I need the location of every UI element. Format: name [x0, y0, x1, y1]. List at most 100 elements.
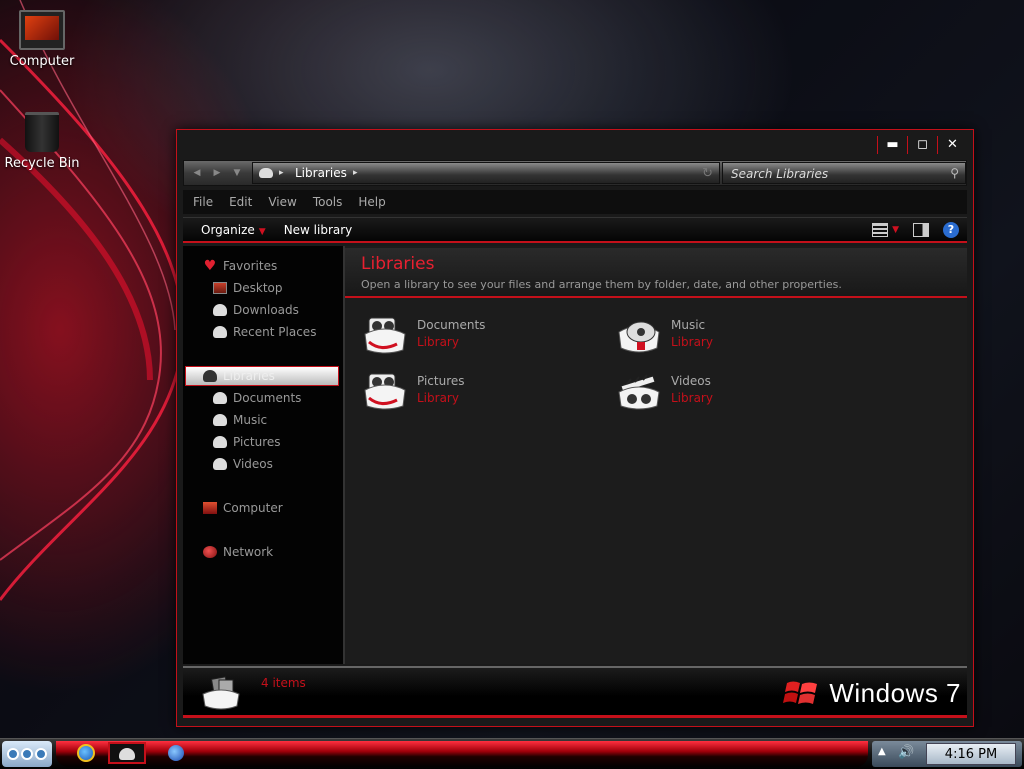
breadcrumb-separator[interactable]: ▸: [279, 168, 284, 178]
nav-label: Documents: [233, 391, 302, 405]
menu-help[interactable]: Help: [358, 195, 385, 209]
library-videos[interactable]: Videos Library: [617, 370, 857, 414]
library-documents[interactable]: Documents Library: [363, 314, 603, 358]
maximize-button[interactable]: ◻: [907, 136, 937, 154]
nav-pictures[interactable]: Pictures: [213, 432, 281, 452]
library-type: Library: [417, 335, 459, 349]
menu-file[interactable]: File: [193, 195, 213, 209]
start-orb-icon: [7, 748, 19, 760]
start-orb-icon: [35, 748, 47, 760]
pictures-icon: [213, 436, 227, 448]
music-library-icon: [618, 321, 660, 353]
menu-edit[interactable]: Edit: [229, 195, 252, 209]
breadcrumb-libraries[interactable]: Libraries: [295, 166, 347, 180]
search-icon[interactable]: ⚲: [950, 166, 959, 180]
libraries-icon: [202, 676, 240, 710]
forward-button[interactable]: ▶: [208, 165, 226, 181]
help-icon[interactable]: ?: [943, 222, 959, 238]
clock[interactable]: 4:16 PM: [926, 743, 1016, 765]
organize-label: Organize: [201, 222, 255, 237]
address-bar[interactable]: ▸ Libraries ▸ ↻: [252, 162, 720, 184]
back-button[interactable]: ◀: [188, 165, 206, 181]
library-type: Library: [671, 335, 713, 349]
windows-explorer-icon: [119, 748, 135, 760]
libraries-icon: [203, 370, 217, 382]
start-button[interactable]: [2, 741, 52, 767]
menu-view[interactable]: View: [268, 195, 296, 209]
nav-label: Favorites: [223, 259, 278, 273]
nav-computer[interactable]: Computer: [203, 498, 283, 518]
show-hidden-icons-icon[interactable]: ▲: [878, 746, 886, 757]
page-description: Open a library to see your files and arr…: [361, 278, 842, 291]
library-name: Videos: [671, 374, 711, 388]
nav-label: Computer: [223, 501, 283, 515]
desktop-icon-computer[interactable]: Computer: [0, 10, 84, 69]
organize-button[interactable]: Organize ▼: [201, 223, 266, 237]
library-name: Documents: [417, 318, 486, 332]
libraries-icon: [259, 168, 273, 178]
nav-recent-places[interactable]: Recent Places: [213, 322, 316, 342]
library-name: Music: [671, 318, 706, 332]
nav-label: Videos: [233, 457, 273, 471]
refresh-icon[interactable]: ↻: [702, 166, 713, 181]
breadcrumb-separator[interactable]: ▸: [353, 168, 358, 178]
downloads-icon: [213, 304, 227, 316]
nav-videos[interactable]: Videos: [213, 454, 273, 474]
nav-label: Network: [223, 545, 274, 559]
nav-documents[interactable]: Documents: [213, 388, 301, 408]
pictures-library-icon: [364, 373, 406, 410]
nav-label: Libraries: [223, 369, 275, 383]
taskbar-search[interactable]: [158, 742, 194, 764]
nav-label: Downloads: [233, 303, 299, 317]
system-tray: ▲ 🔊 4:16 PM: [872, 741, 1022, 767]
nav-music[interactable]: Music: [213, 410, 267, 430]
chevron-down-icon: ▼: [258, 226, 266, 237]
close-button[interactable]: ✕: [937, 136, 967, 154]
search-input[interactable]: [729, 165, 933, 183]
nav-desktop[interactable]: Desktop: [213, 278, 283, 298]
computer-icon: [203, 502, 217, 514]
taskbar-internet-explorer[interactable]: [68, 742, 104, 764]
computer-icon: [19, 10, 65, 50]
nav-libraries[interactable]: Libraries: [203, 366, 275, 386]
recycle-bin-icon: [25, 112, 59, 152]
library-name: Pictures: [417, 374, 465, 388]
internet-explorer-icon: [77, 744, 95, 762]
caption-buttons: ▬ ◻ ✕: [877, 136, 967, 154]
windows-logo-icon: [783, 681, 818, 704]
chevron-down-icon[interactable]: ▼: [892, 225, 899, 235]
nav-label: Desktop: [233, 281, 283, 295]
item-count: 4 items: [261, 676, 306, 690]
library-type: Library: [671, 391, 713, 405]
nav-downloads[interactable]: Downloads: [213, 300, 299, 320]
address-row: ◀ ▶ ▼ ▸ Libraries ▸ ↻ ⚲: [183, 160, 967, 186]
explorer-window: ▬ ◻ ✕ ◀ ▶ ▼ ▸ Libraries ▸ ↻ ⚲ File Edit …: [176, 129, 974, 727]
windows-brand: Windows 7: [783, 676, 961, 710]
volume-icon[interactable]: 🔊: [898, 745, 914, 760]
navigation-pane: ♥ Favorites Desktop Downloads Recent Plac…: [183, 246, 345, 664]
menu-bar: File Edit View Tools Help: [183, 190, 967, 214]
nav-network[interactable]: Network: [203, 542, 273, 562]
nav-label: Music: [233, 413, 268, 427]
recent-pages-button[interactable]: ▼: [228, 165, 246, 181]
nav-favorites[interactable]: ♥ Favorites: [203, 256, 278, 276]
desktop-icon: [213, 282, 227, 294]
music-icon: [213, 414, 227, 426]
nav-label: Pictures: [233, 435, 281, 449]
documents-library-icon: [364, 317, 406, 354]
heart-icon: ♥: [203, 258, 217, 274]
desktop-icon-recycle-bin[interactable]: Recycle Bin: [0, 112, 84, 171]
new-library-button[interactable]: New library: [284, 223, 353, 237]
library-music[interactable]: Music Library: [617, 314, 857, 358]
libraries-header: Libraries Open a library to see your fil…: [345, 248, 967, 298]
minimize-button[interactable]: ▬: [877, 136, 907, 154]
taskbar-windows-explorer[interactable]: [108, 742, 146, 764]
library-pictures[interactable]: Pictures Library: [363, 370, 603, 414]
windows-brand-text: Windows 7: [829, 677, 961, 708]
recent-places-icon: [213, 326, 227, 338]
menu-tools[interactable]: Tools: [313, 195, 343, 209]
preview-pane-icon[interactable]: [913, 223, 929, 237]
change-view-icon[interactable]: [872, 223, 889, 237]
documents-icon: [213, 392, 227, 404]
taskbar: ▲ 🔊 4:16 PM: [0, 738, 1024, 769]
